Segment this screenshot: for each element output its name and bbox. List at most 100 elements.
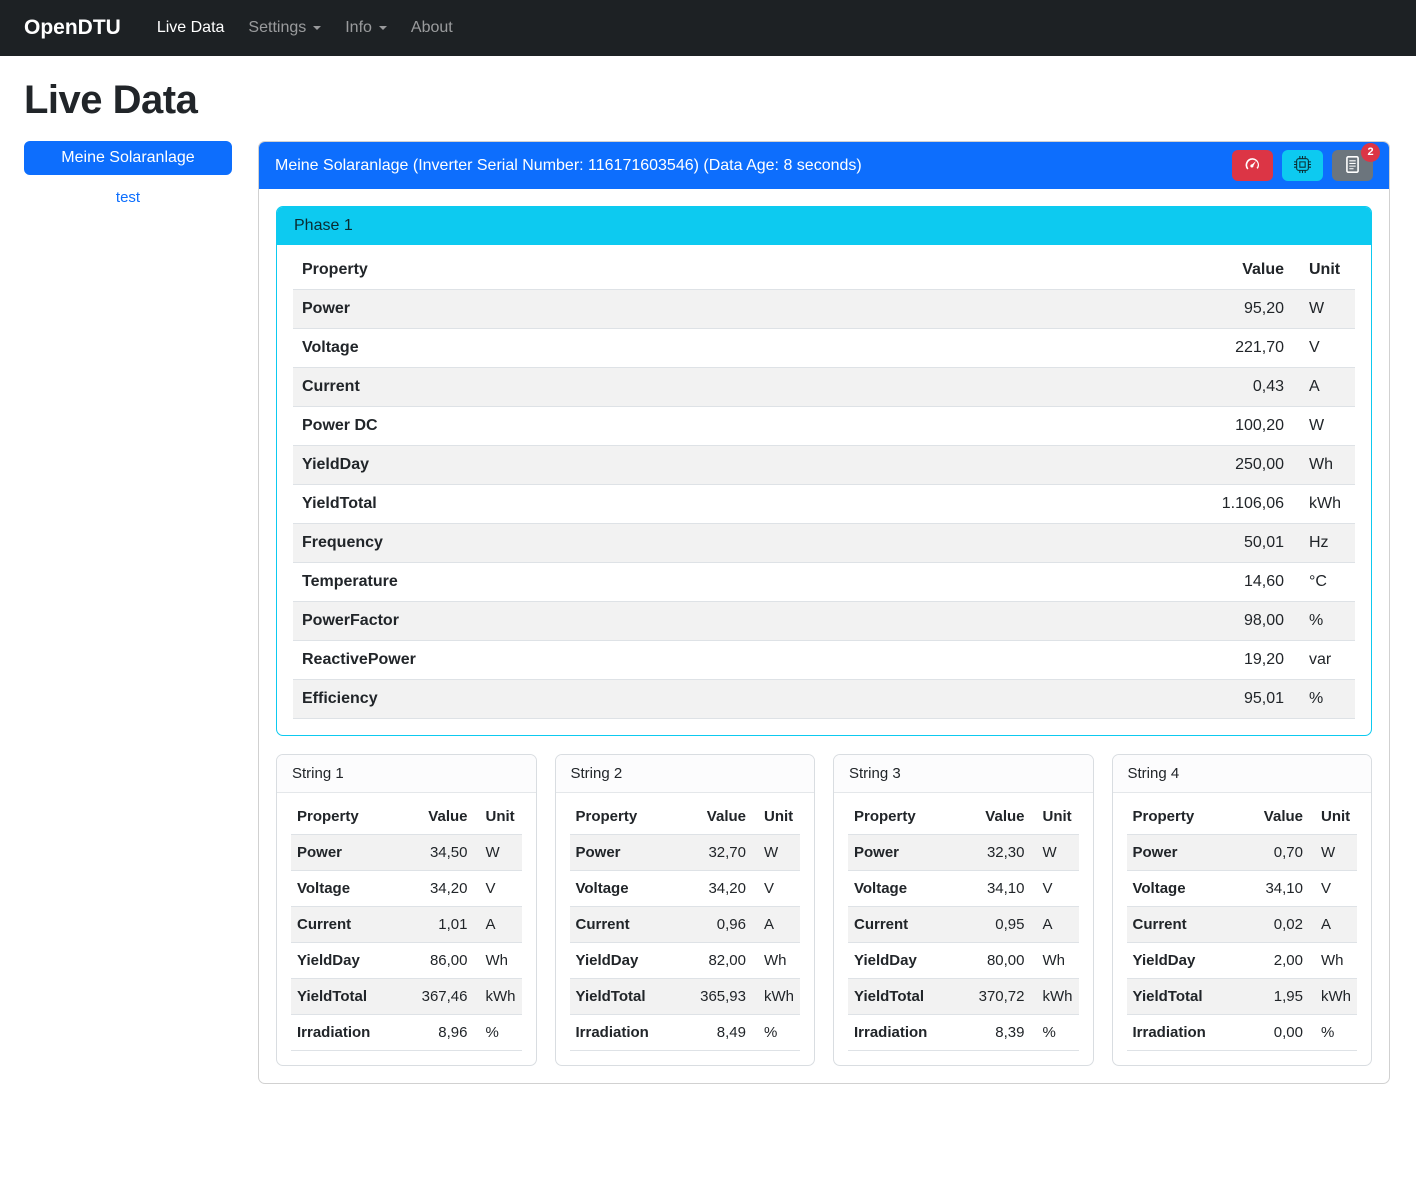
row-unit: %: [752, 1015, 800, 1051]
row-unit: A: [1031, 907, 1079, 943]
row-property: Power: [848, 835, 969, 871]
table-row: YieldTotal365,93kWh: [570, 979, 801, 1015]
inverter-card-header: Meine Solaranlage (Inverter Serial Numbe…: [259, 142, 1389, 189]
nav-item-about[interactable]: About: [399, 11, 465, 45]
column-header-value: Value: [412, 799, 474, 835]
nav-item-info[interactable]: Info: [333, 11, 399, 45]
row-value: 100,20: [1173, 407, 1293, 446]
string-card-title: String 2: [556, 755, 815, 793]
string-card-title: String 4: [1113, 755, 1372, 793]
row-unit: W: [752, 835, 800, 871]
journal-text-icon: [1344, 156, 1361, 176]
table-row: Current0,96A: [570, 907, 801, 943]
cpu-icon: [1294, 156, 1311, 176]
row-property: YieldDay: [291, 943, 412, 979]
row-property: Power DC: [293, 407, 1173, 446]
table-row: Irradiation8,49%: [570, 1015, 801, 1051]
row-unit: kWh: [1293, 485, 1355, 524]
row-property: Frequency: [293, 524, 1173, 563]
power-settings-button[interactable]: [1282, 150, 1323, 181]
inverter-card: Meine Solaranlage (Inverter Serial Numbe…: [258, 141, 1390, 1084]
inverter-select-test-link[interactable]: test: [24, 189, 232, 206]
string-card-2: String 2 Property Value Unit: [555, 754, 816, 1066]
row-unit: A: [474, 907, 522, 943]
row-property: PowerFactor: [293, 602, 1173, 641]
string-card-title: String 3: [834, 755, 1093, 793]
column-header-value: Value: [690, 799, 752, 835]
table-row: YieldTotal367,46kWh: [291, 979, 522, 1015]
row-property: Power: [570, 835, 691, 871]
row-property: Power: [1127, 835, 1248, 871]
table-row: YieldDay250,00Wh: [293, 446, 1355, 485]
table-row: YieldDay2,00Wh: [1127, 943, 1358, 979]
chevron-down-icon: [313, 26, 321, 30]
table-header-row: Property Value Unit: [291, 799, 522, 835]
inverter-card-body: Phase 1 Property Value Unit Power95,20WV…: [259, 189, 1389, 1083]
string-card-title: String 1: [277, 755, 536, 793]
row-unit: Wh: [1031, 943, 1079, 979]
row-unit: kWh: [474, 979, 522, 1015]
row-property: YieldDay: [570, 943, 691, 979]
table-row: Power95,20W: [293, 290, 1355, 329]
page-container: Live Data Meine Solaranlage test Meine S…: [0, 56, 1416, 1108]
table-row: YieldTotal370,72kWh: [848, 979, 1079, 1015]
table-row: Irradiation8,96%: [291, 1015, 522, 1051]
row-value: 34,50: [412, 835, 474, 871]
row-value: 19,20: [1173, 641, 1293, 680]
column-header-value: Value: [1247, 799, 1309, 835]
nav-item-live-data[interactable]: Live Data: [145, 11, 237, 45]
row-unit: W: [1293, 407, 1355, 446]
table-row: Power DC100,20W: [293, 407, 1355, 446]
row-property: YieldTotal: [293, 485, 1173, 524]
row-unit: A: [1293, 368, 1355, 407]
inverter-info-button[interactable]: 2: [1332, 150, 1373, 181]
table-row: PowerFactor98,00%: [293, 602, 1355, 641]
row-unit: V: [752, 871, 800, 907]
row-unit: %: [1309, 1015, 1357, 1051]
row-value: 250,00: [1173, 446, 1293, 485]
row-unit: %: [1293, 602, 1355, 641]
row-value: 82,00: [690, 943, 752, 979]
table-row: Power32,70W: [570, 835, 801, 871]
table-header-row: Property Value Unit: [293, 251, 1355, 290]
row-value: 34,20: [412, 871, 474, 907]
chevron-down-icon: [379, 26, 387, 30]
string-3-table: Property Value Unit Power32,30WVoltage34…: [848, 799, 1079, 1051]
table-row: Temperature14,60°C: [293, 563, 1355, 602]
row-property: Irradiation: [1127, 1015, 1248, 1051]
inverter-select-button[interactable]: Meine Solaranlage: [24, 141, 232, 175]
table-row: Voltage221,70V: [293, 329, 1355, 368]
nav-item-settings[interactable]: Settings: [236, 11, 333, 45]
row-unit: Wh: [1309, 943, 1357, 979]
string-1-table: Property Value Unit Power34,50WVoltage34…: [291, 799, 522, 1051]
row-unit: Wh: [474, 943, 522, 979]
table-header-row: Property Value Unit: [1127, 799, 1358, 835]
nav-item-info-label: Info: [345, 19, 372, 37]
column-header-property: Property: [570, 799, 691, 835]
row-value: 14,60: [1173, 563, 1293, 602]
brand-logo[interactable]: OpenDTU: [24, 16, 121, 40]
event-count-badge: 2: [1361, 143, 1380, 162]
table-row: Efficiency95,01%: [293, 680, 1355, 719]
inverter-header-text: Meine Solaranlage (Inverter Serial Numbe…: [275, 157, 862, 175]
row-unit: V: [1309, 871, 1357, 907]
row-value: 0,96: [690, 907, 752, 943]
row-property: Voltage: [848, 871, 969, 907]
row-unit: V: [1031, 871, 1079, 907]
column-header-unit: Unit: [752, 799, 800, 835]
table-row: YieldTotal1,95kWh: [1127, 979, 1358, 1015]
row-property: YieldTotal: [1127, 979, 1248, 1015]
limit-settings-button[interactable]: [1232, 150, 1273, 181]
column-header-unit: Unit: [1309, 799, 1357, 835]
row-value: 0,95: [969, 907, 1031, 943]
row-unit: %: [1031, 1015, 1079, 1051]
table-row: Frequency50,01Hz: [293, 524, 1355, 563]
string-2-table: Property Value Unit Power32,70WVoltage34…: [570, 799, 801, 1051]
table-row: Power32,30W: [848, 835, 1079, 871]
table-row: Current0,43A: [293, 368, 1355, 407]
row-value: 32,30: [969, 835, 1031, 871]
nav-item-settings-label: Settings: [248, 19, 306, 37]
phase-card: Phase 1 Property Value Unit Power95,20WV…: [276, 206, 1372, 736]
row-property: Current: [1127, 907, 1248, 943]
table-row: YieldDay82,00Wh: [570, 943, 801, 979]
